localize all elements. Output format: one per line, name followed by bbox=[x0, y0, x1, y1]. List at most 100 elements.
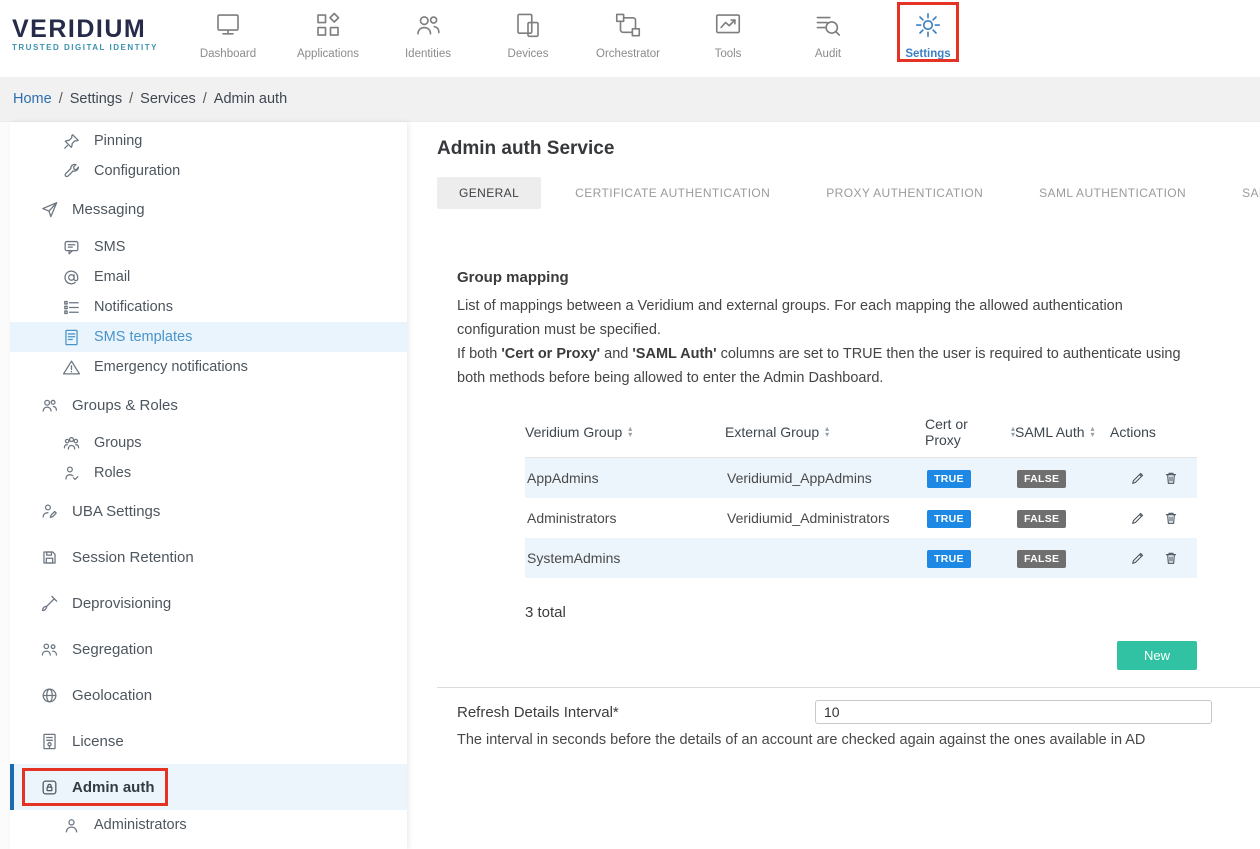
tab-general[interactable]: GENERAL bbox=[437, 177, 541, 209]
selected-indicator-bar bbox=[10, 764, 14, 810]
table-row: AppAdmins Veridiumid_AppAdmins TRUE FALS… bbox=[525, 458, 1197, 498]
veridium-group-cell: AppAdmins bbox=[525, 470, 725, 486]
breadcrumb-home[interactable]: Home bbox=[13, 91, 52, 107]
nav-item-audit[interactable]: Audit bbox=[778, 0, 878, 60]
logo-caret-icon bbox=[45, 0, 49, 6]
delete-icon[interactable] bbox=[1163, 470, 1179, 486]
save-icon bbox=[40, 548, 59, 567]
main-nav: Dashboard Applications Identities Device… bbox=[178, 0, 978, 60]
main-panel: Admin auth Service GENERAL CERTIFICATE A… bbox=[407, 122, 1260, 849]
column-header-veridium-group[interactable]: Veridium Group bbox=[525, 424, 725, 440]
cert-or-proxy-badge: TRUE bbox=[927, 550, 971, 568]
sidebar-item-deprovisioning[interactable]: Deprovisioning bbox=[10, 580, 407, 626]
nav-item-dashboard[interactable]: Dashboard bbox=[178, 0, 278, 60]
sidebar-item-emergency-notifications[interactable]: Emergency notifications bbox=[10, 352, 407, 382]
sidebar-item-roles[interactable]: Roles bbox=[10, 458, 407, 488]
sort-icon[interactable] bbox=[628, 426, 632, 438]
nav-item-tools[interactable]: Tools bbox=[678, 0, 778, 60]
sidebar-item-uba-settings[interactable]: UBA Settings bbox=[10, 488, 407, 534]
saml-auth-badge: FALSE bbox=[1017, 470, 1066, 488]
sidebar-item-groups-roles[interactable]: Groups & Roles bbox=[10, 382, 407, 428]
table-header-row: Veridium Group External Group Cert or Pr… bbox=[525, 406, 1197, 458]
sidebar-item-notifications[interactable]: Notifications bbox=[10, 292, 407, 322]
external-group-cell: Veridiumid_AppAdmins bbox=[725, 470, 925, 486]
column-header-actions: Actions bbox=[1110, 424, 1197, 440]
devices-icon bbox=[513, 10, 543, 40]
template-icon bbox=[62, 328, 81, 347]
groups-icon bbox=[62, 434, 81, 453]
external-group-cell: Veridiumid_Administrators bbox=[725, 510, 925, 526]
globe-icon bbox=[40, 686, 59, 705]
breadcrumb-separator: / bbox=[203, 91, 207, 107]
refresh-interval-help: The interval in seconds before the detai… bbox=[457, 732, 1260, 748]
veridium-group-cell: SystemAdmins bbox=[525, 550, 725, 566]
segregation-icon bbox=[40, 640, 59, 659]
breadcrumb-settings[interactable]: Settings bbox=[70, 91, 122, 107]
nav-item-identities[interactable]: Identities bbox=[378, 0, 478, 60]
breadcrumb-separator: / bbox=[129, 91, 133, 107]
column-header-saml-auth[interactable]: SAML Auth bbox=[1015, 424, 1110, 440]
row-actions bbox=[1110, 470, 1197, 486]
tab-saml-authentication[interactable]: SAML AUTHENTICATION bbox=[1017, 177, 1208, 209]
sidebar-item-segregation[interactable]: Segregation bbox=[10, 626, 407, 672]
sidebar-item-pinning[interactable]: Pinning bbox=[10, 126, 407, 156]
nav-item-devices[interactable]: Devices bbox=[478, 0, 578, 60]
sort-icon[interactable] bbox=[825, 426, 829, 438]
group-mapping-heading: Group mapping bbox=[457, 269, 1260, 286]
logo-wordmark: VERIDIUM bbox=[12, 16, 170, 42]
row-actions bbox=[1110, 510, 1197, 526]
sidebar-item-sms-templates[interactable]: SMS templates bbox=[10, 322, 407, 352]
delete-icon[interactable] bbox=[1163, 550, 1179, 566]
gear-icon bbox=[913, 10, 943, 40]
sidebar-item-messaging[interactable]: Messaging bbox=[10, 186, 407, 232]
sidebar-item-email[interactable]: Email bbox=[10, 262, 407, 292]
sort-icon[interactable] bbox=[1091, 426, 1095, 438]
edit-icon[interactable] bbox=[1130, 510, 1146, 526]
sidebar-item-sms[interactable]: SMS bbox=[10, 232, 407, 262]
service-tabs: GENERAL CERTIFICATE AUTHENTICATION PROXY… bbox=[437, 177, 1260, 209]
roles-icon bbox=[62, 464, 81, 483]
content-area: Pinning Configuration Messaging SMS Emai… bbox=[0, 121, 1260, 849]
total-count: 3 total bbox=[525, 604, 1260, 621]
column-header-external-group[interactable]: External Group bbox=[725, 424, 925, 440]
tab-proxy-authentication[interactable]: PROXY AUTHENTICATION bbox=[804, 177, 1005, 209]
identities-icon bbox=[413, 10, 443, 40]
edit-icon[interactable] bbox=[1130, 470, 1146, 486]
wrench-icon bbox=[62, 162, 81, 181]
tools-icon bbox=[713, 10, 743, 40]
sidebar-item-configuration[interactable]: Configuration bbox=[10, 156, 407, 186]
veridium-group-cell: Administrators bbox=[525, 510, 725, 526]
group-mapping-section: Group mapping List of mappings between a… bbox=[437, 269, 1260, 670]
edit-icon[interactable] bbox=[1130, 550, 1146, 566]
refresh-interval-input[interactable] bbox=[815, 700, 1212, 724]
delete-icon[interactable] bbox=[1163, 510, 1179, 526]
sidebar-item-session-retention[interactable]: Session Retention bbox=[10, 534, 407, 580]
sidebar-item-admin-auth[interactable]: Admin auth bbox=[10, 764, 407, 810]
column-header-cert-or-proxy[interactable]: Cert or Proxy bbox=[925, 416, 1015, 448]
nav-item-orchestrator[interactable]: Orchestrator bbox=[578, 0, 678, 60]
nav-item-applications[interactable]: Applications bbox=[278, 0, 378, 60]
sidebar-item-groups[interactable]: Groups bbox=[10, 428, 407, 458]
saml-auth-badge: FALSE bbox=[1017, 510, 1066, 528]
nav-item-settings[interactable]: Settings bbox=[878, 0, 978, 60]
person-icon bbox=[62, 816, 81, 835]
sidebar-item-administrators[interactable]: Administrators bbox=[10, 810, 407, 840]
shovel-icon bbox=[40, 594, 59, 613]
group-mapping-description: List of mappings between a Veridium and … bbox=[457, 294, 1205, 342]
applications-icon bbox=[313, 10, 343, 40]
at-icon bbox=[62, 268, 81, 287]
row-actions bbox=[1110, 550, 1197, 566]
tab-saml-ke[interactable]: SAML KE bbox=[1220, 177, 1260, 209]
sidebar-item-license[interactable]: License bbox=[10, 718, 407, 764]
tab-certificate-authentication[interactable]: CERTIFICATE AUTHENTICATION bbox=[553, 177, 792, 209]
new-button[interactable]: New bbox=[1117, 641, 1197, 670]
refresh-interval-label: Refresh Details Interval* bbox=[457, 704, 815, 721]
pin-icon bbox=[62, 132, 81, 151]
sidebar-item-geolocation[interactable]: Geolocation bbox=[10, 672, 407, 718]
sms-icon bbox=[62, 238, 81, 257]
group-mapping-table: Veridium Group External Group Cert or Pr… bbox=[525, 406, 1197, 578]
list-icon bbox=[62, 298, 81, 317]
breadcrumb-services[interactable]: Services bbox=[140, 91, 196, 107]
saml-auth-badge: FALSE bbox=[1017, 550, 1066, 568]
refresh-interval-section: Refresh Details Interval* The interval i… bbox=[437, 700, 1260, 748]
